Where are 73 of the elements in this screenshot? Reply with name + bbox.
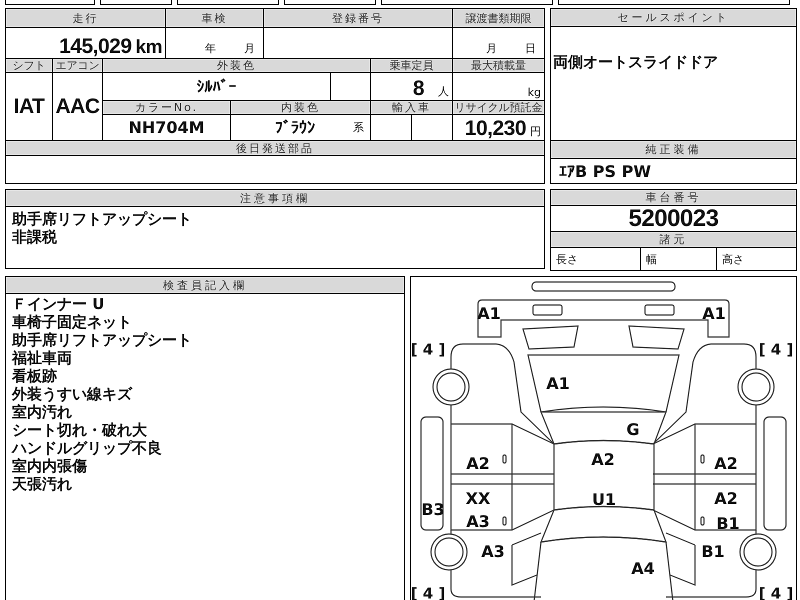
unit-label: 円 (530, 124, 541, 139)
tire-mark: [ 4 ] (758, 342, 794, 358)
chassis-number: 5200023 (628, 204, 718, 232)
field-label: 内装色 (231, 101, 370, 114)
field-value: ﾌﾞﾗｳﾝ (275, 118, 315, 137)
inspector-note: 外装うすい線キズ (12, 385, 134, 403)
damage-code: B1 (716, 516, 740, 532)
field-label: 注意事項欄 (6, 190, 544, 207)
damage-code: G (626, 422, 640, 438)
field-label: 最大積載量 (453, 59, 544, 72)
damage-code: B1 (701, 544, 725, 560)
inspector-note: シート切れ・破れ大 (12, 421, 148, 439)
unit-label: kg (528, 86, 541, 99)
field-label: カラーNo. (103, 101, 230, 114)
unit-label: 日 (525, 41, 536, 56)
field-value: NH704M (128, 118, 205, 137)
damage-code: A2 (714, 491, 738, 507)
inspector-note: 車椅子固定ネット (12, 313, 133, 331)
field-label: 乗車定員 (371, 59, 452, 72)
damage-code: A2 (714, 456, 738, 472)
empty-cell (371, 115, 411, 140)
note-line: 助手席リフトアップシート (12, 210, 193, 228)
field-label: セールスポイント (551, 9, 796, 27)
inspector-note: 福祉車両 (12, 349, 73, 367)
unit-label: 年 (205, 41, 216, 56)
field-label: 走行 (6, 9, 165, 27)
inspector-note: 看板跡 (12, 367, 58, 385)
damage-code: A3 (481, 544, 505, 560)
field-label: リサイクル預託金 (453, 101, 544, 114)
tire-mark: [ 4 ] (410, 342, 446, 358)
inspector-note: 助手席リフトアップシート (12, 331, 193, 349)
damage-code: A1 (702, 306, 726, 322)
field-label: エアコン (53, 59, 102, 72)
equipment-text: ｴｱB PS PW (559, 162, 651, 180)
inspector-note: 室内内張傷 (12, 457, 88, 475)
damage-code: A3 (466, 514, 490, 530)
unit-label: 月 (486, 41, 497, 56)
inspector-note: ハンドルグリップ不良 (12, 439, 163, 457)
damage-code: A1 (546, 376, 570, 392)
field-value: IAT (14, 96, 44, 117)
inspector-note: 室内汚れ (12, 403, 73, 421)
unit-label: km (136, 38, 162, 57)
spec-label: 長さ (556, 252, 578, 267)
field-label: 外装色 (103, 59, 370, 72)
field-label: 輸入車 (371, 101, 452, 114)
unit-label: 人 (438, 84, 449, 99)
field-label: 車検 (166, 9, 263, 27)
field-label: 諸元 (551, 232, 796, 248)
field-label: 後日発送部品 (6, 141, 544, 155)
damage-code: U1 (592, 492, 616, 508)
spec-label: 幅 (646, 252, 657, 267)
field-label: シフト (6, 59, 52, 72)
damage-code: A4 (631, 561, 655, 577)
note-line: 非課税 (12, 228, 58, 246)
sales-point-text: 両側オートスライドドア (553, 53, 718, 71)
field-label: 登録番号 (264, 9, 452, 27)
damage-code: XX (466, 491, 490, 507)
inspector-note: 天張汚れ (12, 475, 73, 493)
field-value: 8 (412, 78, 424, 99)
field-label: 車台番号 (551, 190, 796, 206)
field-label: 純正装備 (551, 141, 796, 159)
field-label: 譲渡書類期限 (453, 9, 544, 27)
spec-label: 高さ (722, 252, 744, 267)
unit-label: 系 (353, 120, 364, 135)
field-value: AAC (56, 96, 100, 117)
field-value: 10,230 (464, 118, 526, 139)
inspector-note: Ｆインナー U (12, 295, 106, 313)
field-label: 検査員記入欄 (6, 277, 404, 294)
unit-label: 月 (244, 41, 255, 56)
damage-code: A2 (591, 452, 615, 468)
field-value: ｼﾙﾊﾞｰ (196, 77, 236, 96)
damage-code: A2 (466, 456, 490, 472)
mileage-value: 145,029 (59, 36, 132, 57)
